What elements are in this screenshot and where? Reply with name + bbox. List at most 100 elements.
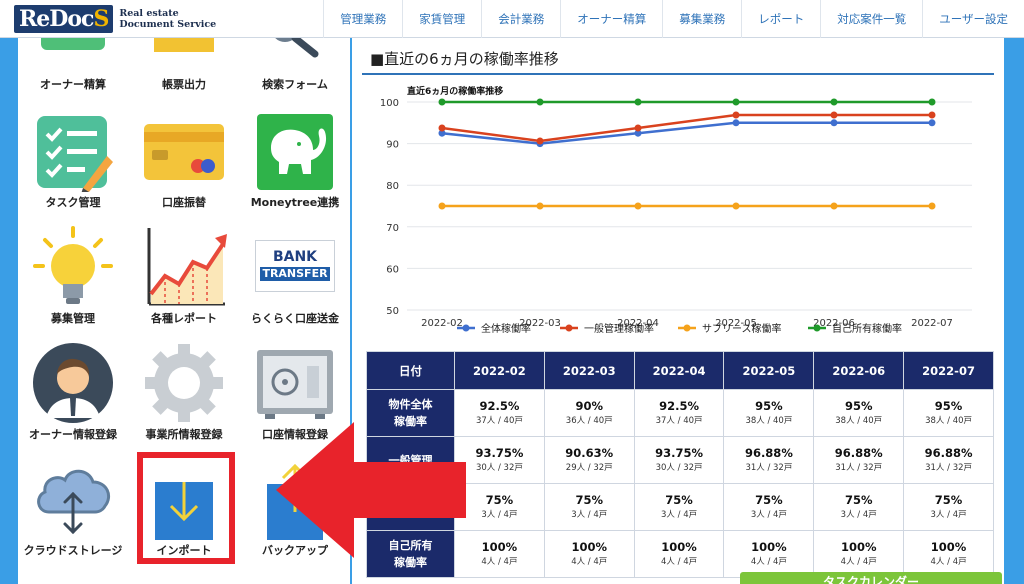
table-cell: 100% 4人 / 4戸 [813,530,905,578]
tile-label: オーナー精算 [40,78,106,91]
nav-recruitment[interactable]: 募集業務 [662,0,741,38]
table-cell: 75% 3人 / 4戸 [633,483,725,531]
nav-rent[interactable]: 家賃管理 [402,0,481,38]
credit-card-icon [144,124,224,180]
y-tick-label: 70 [386,223,399,234]
header-month: 2022-05 [723,351,815,390]
cell-rate: 96.88% [924,446,973,460]
y-tick-label: 60 [386,264,399,275]
tile-bank-transfer[interactable]: BANK TRANSFER らくらく口座送金 [240,224,350,334]
series-line [441,121,932,145]
table-cell: 90% 36人 / 40戸 [543,389,635,437]
nav-cases[interactable]: 対応案件一覧 [820,0,922,38]
data-point [634,202,642,210]
gear-icon [145,344,223,422]
header-month: 2022-03 [543,351,635,390]
data-point [634,124,642,132]
cloud-storage-icon [37,469,110,535]
data-point [438,98,446,106]
tile-search-form[interactable]: 検索フォーム [240,38,350,98]
tile-owner-settlement[interactable]: オーナー精算 [18,38,128,98]
redocs-logo[interactable]: ReDocS Real estate Document Service [14,4,216,34]
table-cell: 92.5% 37人 / 40戸 [633,389,725,437]
top-header: ReDocS Real estate Document Service 管理業務… [0,0,1024,38]
cell-rate: 92.5% [659,399,700,413]
red-arrow-icon [276,422,466,558]
y-tick-label: 90 [386,140,399,151]
table-cell: 96.88% 31人 / 32戸 [723,436,815,484]
table-cell: 95% 38人 / 40戸 [813,389,905,437]
growth-chart-icon [147,228,227,306]
table-cell: 100% 4人 / 4戸 [903,530,994,578]
legend-marker [462,324,470,332]
tile-office-info[interactable]: 事業所情報登録 [129,340,239,450]
legend-label: 一般管理稼働率 [584,322,654,335]
table-cell: 100% 4人 / 4戸 [454,530,545,578]
data-point [928,119,936,127]
data-point [830,119,838,127]
table-cell: 75% 3人 / 4戸 [903,483,994,531]
cell-count: 4人 / 4戸 [571,557,608,567]
bank-logo-line-2: TRANSFER [260,267,330,281]
data-point [732,119,740,127]
occupancy-line-chart: 50607080901002022-02 2022-03 2022-04 2022-0… [380,98,972,335]
cell-rate: 96.88% [834,446,883,460]
cell-rate: 90.63% [565,446,614,460]
data-point [536,98,544,106]
tile-recruitment[interactable]: 募集管理 [18,224,128,334]
data-point [536,137,544,145]
cell-rate: 100% [751,540,787,554]
header-month: 2022-04 [633,351,725,390]
x-tick-label: 2022-02 [421,318,463,329]
tile-reports[interactable]: 各種レポート [129,224,239,334]
logo-text: Real estate Document Service [119,8,216,30]
cell-rate: 75% [755,493,783,507]
cell-rate: 93.75% [655,446,704,460]
cell-count: 4人 / 4戸 [930,557,967,567]
tile-account-transfer[interactable]: 口座振替 [129,110,239,220]
nav-owner-settlement[interactable]: オーナー精算 [560,0,662,38]
table-cell: 75% 3人 / 4戸 [454,483,545,531]
data-point [830,111,838,119]
tile-moneytree[interactable]: Moneytree連携 [240,110,350,220]
tile-task-management[interactable]: タスク管理 [18,110,128,220]
header-month: 2022-07 [903,351,994,390]
cell-count: 31人 / 32戸 [745,463,793,473]
nav-report[interactable]: レポート [741,0,820,38]
chart-title: 直近6ヵ月の稼働率推移 [407,87,504,97]
tile-owner-info[interactable]: オーナー情報登録 [18,340,128,450]
cell-count: 38人 / 40戸 [835,416,883,426]
nav-management[interactable]: 管理業務 [323,0,402,38]
table-cell: 100% 4人 / 4戸 [543,530,635,578]
data-point [928,111,936,119]
tile-label: 帳票出力 [162,78,206,91]
x-tick-label: 2022-07 [911,318,953,329]
tile-label: 事業所情報登録 [145,428,223,441]
legend-label: 全体稼働率 [481,322,531,335]
task-calendar-button[interactable]: タスクカレンダー [740,572,1002,584]
tile-form-output[interactable]: 帳票出力 [129,38,239,98]
table-cell: 95% 38人 / 40戸 [903,389,994,437]
cell-rate: 100% [840,540,877,554]
tile-label: 検索フォーム [262,78,328,91]
table-cell: 93.75% 30人 / 32戸 [454,436,545,484]
folder-icon [154,38,214,52]
table-cell: 93.75% 30人 / 32戸 [633,436,725,484]
tile-label: オーナー情報登録 [29,428,117,441]
nav-accounting[interactable]: 会計業務 [481,0,560,38]
main-nav: 管理業務 家賃管理 会計業務 オーナー精算 募集業務 レポート 対応案件一覧 ユ… [323,0,1024,38]
cell-count: 31人 / 32戸 [925,463,973,473]
cell-rate: 75% [485,493,514,507]
cell-count: 4人 / 4戸 [840,557,877,567]
cell-rate: 96.88% [744,446,793,460]
table-cell: 90.63% 29人 / 32戸 [543,436,635,484]
data-point [928,202,936,210]
tile-cloud-storage[interactable]: クラウドストレージ [18,456,128,566]
nav-user-settings[interactable]: ユーザー設定 [922,0,1024,38]
cell-count: 3人 / 4戸 [571,510,608,520]
tile-label: Moneytree連携 [250,196,340,209]
lightbulb-icon [33,226,113,304]
cell-count: 4人 / 4戸 [750,557,787,567]
tile-label: 口座振替 [162,196,206,209]
tile-label: らくらく口座送金 [251,312,339,325]
